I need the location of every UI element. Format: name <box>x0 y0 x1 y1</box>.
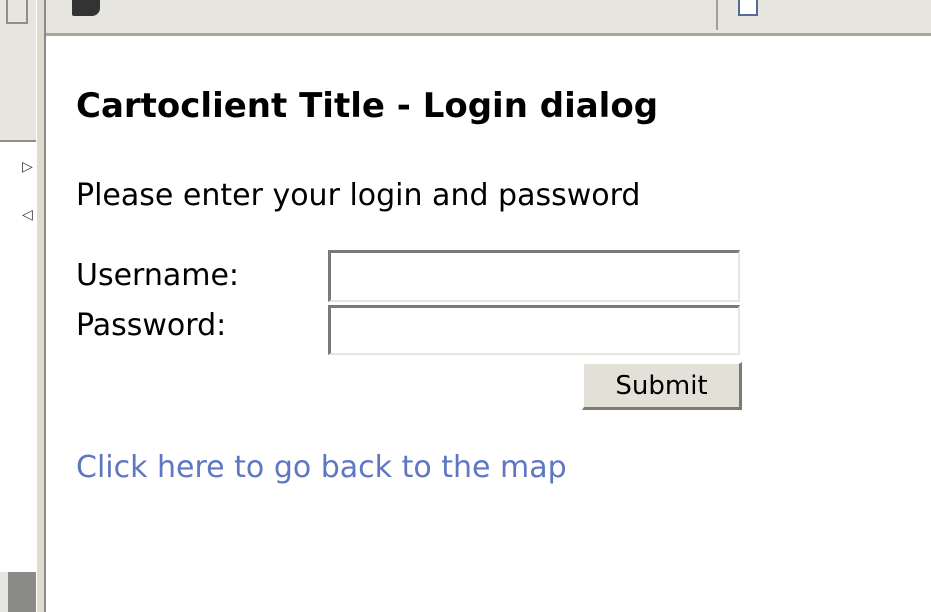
toolbar <box>46 0 931 36</box>
submit-button[interactable]: Submit <box>582 362 742 410</box>
document-icon[interactable] <box>738 0 758 16</box>
triangle-left-icon[interactable]: ◁ <box>22 208 33 222</box>
back-to-map-link[interactable]: Click here to go back to the map <box>76 448 567 488</box>
sidebar-tab[interactable] <box>6 0 28 24</box>
password-input[interactable] <box>328 305 740 355</box>
browser-window: ▷ ◁ Cartoclient Title - Login dialog Ple… <box>0 0 931 612</box>
page-title: Cartoclient Title - Login dialog <box>76 86 659 126</box>
toolbar-separator <box>716 0 718 30</box>
password-label: Password: <box>76 308 227 343</box>
left-sidebar-panel: ▷ ◁ <box>0 0 37 612</box>
triangle-right-icon[interactable]: ▷ <box>22 160 33 174</box>
toolbar-app-icon[interactable] <box>72 0 100 16</box>
login-dialog: Cartoclient Title - Login dialog Please … <box>76 80 896 485</box>
login-instruction: Please enter your login and password <box>76 178 641 213</box>
panel-splitter[interactable] <box>36 0 46 612</box>
username-label: Username: <box>76 258 240 293</box>
username-input[interactable] <box>328 250 740 302</box>
sidebar-scrollbar-thumb[interactable] <box>8 572 36 612</box>
